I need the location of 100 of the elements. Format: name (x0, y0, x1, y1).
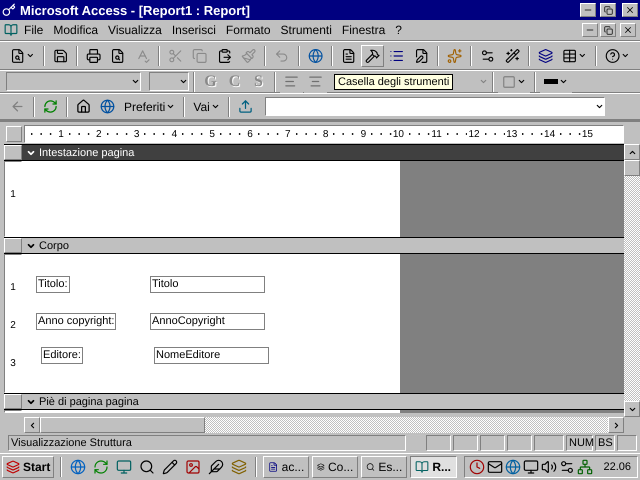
status-panel (453, 435, 478, 451)
font-dropdown[interactable] (6, 72, 141, 91)
section-bar[interactable]: Intestazione pagina (4, 144, 624, 161)
sync-icon (93, 459, 110, 475)
taskbar-button[interactable]: Es... (361, 456, 408, 478)
text-box[interactable]: NomeEditore (154, 347, 269, 364)
menu-item[interactable]: Finestra (338, 23, 390, 37)
status-panel (617, 435, 637, 451)
minimize-button[interactable] (580, 3, 596, 17)
restore-button[interactable] (600, 3, 616, 17)
hammer-icon (365, 48, 380, 64)
ruler-number: 12 (467, 128, 481, 140)
select-report-button[interactable] (6, 126, 22, 142)
ruler-number: 13 (505, 128, 518, 140)
horizontal-scrollbar[interactable] (24, 417, 624, 433)
printer-icon (86, 48, 102, 64)
menu-item[interactable]: File (20, 23, 48, 37)
speaker-icon (541, 459, 558, 475)
vertical-ruler (4, 410, 22, 413)
book-icon (4, 23, 18, 37)
restore-button[interactable] (600, 23, 616, 37)
ruler-number: 7 (284, 128, 292, 140)
pencil-icon (162, 459, 178, 475)
monitor-icon (116, 459, 132, 475)
sparkle-icon (447, 48, 462, 64)
size-dropdown[interactable] (149, 72, 189, 91)
toolbar-button[interactable] (361, 44, 384, 66)
minimize-button[interactable] (582, 23, 598, 37)
page-pencil-icon (414, 48, 430, 64)
status-panel (507, 435, 532, 451)
caret-icon (517, 77, 526, 86)
menu-item[interactable]: Inserisci (168, 23, 220, 37)
section-handle[interactable] (4, 394, 22, 409)
ruler-number: 11 (430, 128, 443, 140)
border-icon (502, 74, 516, 88)
menu-item[interactable]: Formato (222, 23, 275, 37)
paintbrush-icon (240, 48, 256, 64)
caret-icon (210, 102, 220, 111)
caret-icon (594, 102, 604, 111)
ruler-number: 6 (246, 128, 254, 140)
close-button[interactable] (622, 3, 638, 17)
ruler-number: 9 (360, 128, 368, 140)
ruler-number: 8 (322, 128, 330, 140)
section-handle[interactable] (4, 145, 22, 160)
mail-icon (487, 459, 504, 475)
monitor-icon (523, 459, 540, 475)
home-icon (76, 99, 91, 114)
caret-icon (578, 51, 588, 60)
menu-item[interactable]: ? (391, 23, 406, 37)
control-label[interactable]: Editore: (41, 347, 83, 364)
control-label[interactable]: Anno copyright: (36, 313, 116, 330)
taskbar-button[interactable]: R... (410, 456, 458, 478)
ruler-number: 10 (392, 128, 405, 140)
ruler-number: 1 (10, 188, 16, 200)
globe-icon (100, 99, 115, 114)
menu-item[interactable]: Strumenti (276, 23, 336, 37)
ruler-number: 2 (10, 319, 16, 331)
document-icon (340, 48, 356, 64)
scroll-thumb[interactable] (624, 160, 640, 176)
caret-icon (179, 77, 188, 86)
ruler-number: 3 (132, 128, 140, 140)
scissors-icon (168, 48, 184, 64)
clock: 22.06 (603, 461, 631, 473)
close-button[interactable] (620, 23, 636, 37)
tooltip: Casella degli strumenti (334, 74, 454, 90)
control-label[interactable]: Titolo: (36, 276, 70, 293)
status-indicator: NUM (566, 435, 593, 451)
settings-icon (559, 459, 576, 475)
caret-icon (131, 77, 140, 86)
globe-icon (70, 459, 86, 475)
ruler-number: 1 (57, 128, 65, 140)
menu-item[interactable]: Modifica (49, 23, 102, 37)
caret-icon (479, 77, 488, 86)
section-bar[interactable]: Corpo (4, 237, 624, 254)
network-icon (577, 459, 594, 475)
taskbar-button[interactable]: Co... (312, 456, 358, 478)
image-icon (185, 459, 202, 475)
text-box[interactable]: Titolo (150, 276, 265, 293)
vertical-scrollbar[interactable] (624, 144, 640, 417)
restore-icon (604, 26, 612, 34)
start-button[interactable]: Start (2, 456, 54, 478)
undo-icon (274, 48, 290, 64)
close-icon (625, 5, 635, 15)
feather-icon (208, 459, 224, 475)
taskbar-button[interactable]: ac... (263, 456, 310, 478)
key-icon (2, 3, 16, 17)
menu-item[interactable]: Visualizza (104, 23, 166, 37)
globe-icon (505, 459, 522, 475)
address-field[interactable] (264, 97, 605, 116)
text-box[interactable]: AnnoCopyright (150, 313, 265, 330)
caret-icon (621, 51, 630, 60)
section-handle[interactable] (4, 238, 22, 253)
restore-icon (604, 6, 612, 14)
align-left-icon (284, 74, 299, 89)
caret-icon (26, 51, 35, 60)
section-bar[interactable]: Piè di pagina pagina (4, 393, 624, 410)
status-text: Visualizzazione Struttura (8, 435, 406, 451)
ruler-number: 1 (10, 281, 16, 293)
section-title: Corpo (22, 238, 69, 253)
wand-icon (504, 48, 520, 64)
